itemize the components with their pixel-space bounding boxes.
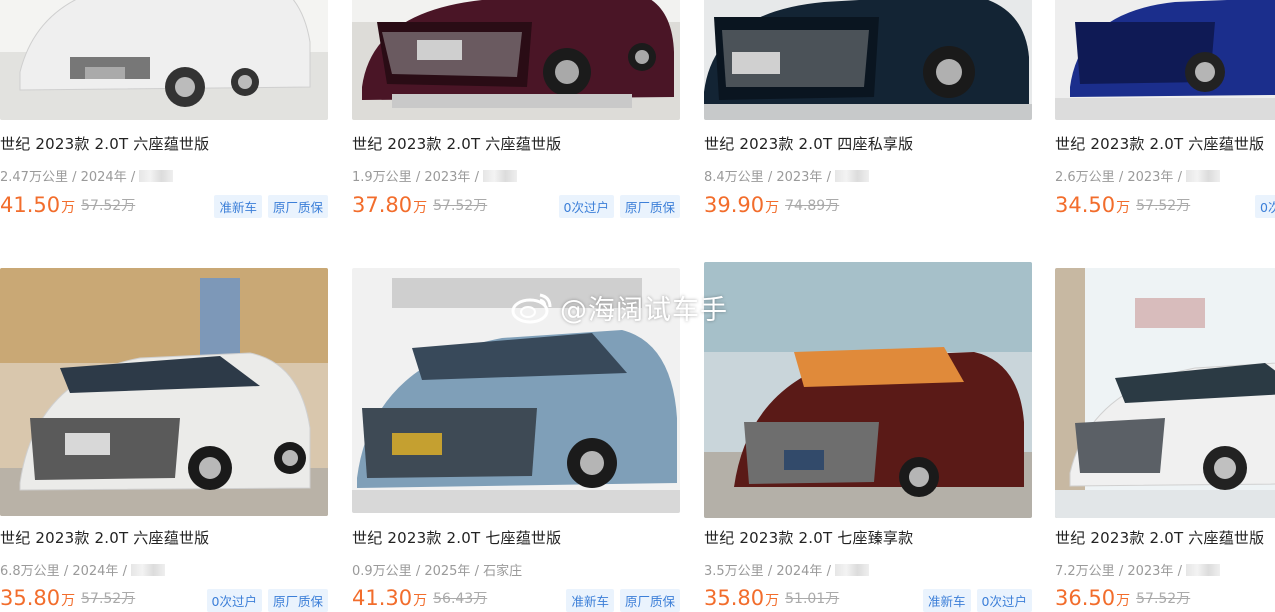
location: 石家庄 — [483, 564, 523, 579]
year: 2024年 — [776, 564, 823, 579]
tag-group: 准新车 原厂质保 — [566, 589, 680, 612]
listing-meta: 0.9万公里 / 2025年 / 石家庄 — [352, 564, 523, 579]
listing-meta: 7.2万公里 / 2023年 / — [1055, 560, 1220, 579]
price-value: 35.80 — [0, 586, 61, 610]
listing-title[interactable]: 世纪 2023款 2.0T 七座蕴世版 — [352, 527, 561, 548]
tag-group: 0次过户 原厂质保 — [206, 589, 328, 612]
year: 2024年 — [72, 564, 119, 579]
car-image — [704, 262, 1032, 518]
year: 2025年 — [424, 564, 471, 579]
car-photo[interactable] — [704, 262, 1032, 518]
price-value: 35.80 — [704, 586, 765, 610]
tag-badge: 0次过户 — [206, 589, 262, 612]
listing-card[interactable]: 世纪 2023款 2.0T 七座臻享款 3.5万公里 / 2024年 / 35.… — [704, 0, 1034, 612]
listing-card[interactable]: 世纪 2023款 2.0T 六座蕴世版 7.2万公里 / 2023年 / 36.… — [1055, 0, 1275, 610]
listing-meta: 3.5万公里 / 2024年 / — [704, 560, 869, 579]
tag-badge: 原厂质保 — [267, 589, 328, 612]
listing-title[interactable]: 世纪 2023款 2.0T 六座蕴世版 — [1055, 527, 1264, 548]
listing-meta: 6.8万公里 / 2024年 / — [0, 560, 165, 579]
car-photo[interactable] — [1055, 268, 1275, 518]
price: 41.30万 56.43万 — [352, 586, 487, 610]
tag-badge: 0次过户 — [976, 589, 1032, 612]
tag-badge: 原厂质保 — [619, 589, 680, 612]
original-price: 51.01万 — [785, 591, 840, 607]
year: 2023年 — [1127, 564, 1174, 579]
price-value: 41.30 — [352, 586, 413, 610]
listing-title[interactable]: 世纪 2023款 2.0T 六座蕴世版 — [0, 527, 209, 548]
tag-badge: 准新车 — [566, 589, 614, 612]
location-blurred — [130, 564, 165, 576]
mileage: 0.9万公里 — [352, 564, 412, 579]
price: 35.80万 51.01万 — [704, 586, 839, 610]
original-price: 57.52万 — [81, 591, 136, 607]
mileage: 3.5万公里 — [704, 564, 764, 579]
listing-title[interactable]: 世纪 2023款 2.0T 七座臻享款 — [704, 527, 913, 548]
price-unit: 万 — [61, 593, 76, 609]
car-image — [1055, 268, 1275, 518]
car-image — [0, 268, 328, 516]
location-blurred — [1185, 564, 1220, 576]
car-photo[interactable] — [0, 268, 328, 516]
original-price: 56.43万 — [433, 591, 488, 607]
tag-badge: 准新车 — [923, 589, 971, 612]
price: 36.50万 57.52万 — [1055, 586, 1190, 610]
tag-group: 准新车 0次过户 — [923, 589, 1032, 612]
mileage: 6.8万公里 — [0, 564, 60, 579]
weibo-logo-icon — [511, 293, 552, 323]
mileage: 7.2万公里 — [1055, 564, 1115, 579]
price-value: 36.50 — [1055, 586, 1116, 610]
listing-card[interactable]: 世纪 2023款 2.0T 六座蕴世版 6.8万公里 / 2024年 / 35.… — [0, 0, 330, 612]
original-price: 57.52万 — [1136, 591, 1191, 607]
watermark-text: @海阔试车手 — [560, 295, 728, 326]
price: 35.80万 57.52万 — [0, 586, 135, 610]
right-column-clip: 世纪 2023款 2.0T 六座蕴世版 2.6万公里 / 2023年 / 34.… — [1055, 0, 1275, 611]
price-unit: 万 — [1116, 593, 1131, 609]
weibo-watermark: @海阔试车手 — [510, 288, 728, 327]
price-unit: 万 — [765, 593, 780, 609]
listing-card[interactable]: 世纪 2023款 2.0T 七座蕴世版 0.9万公里 / 2025年 / 石家庄… — [352, 0, 682, 612]
location-blurred — [834, 564, 869, 576]
price-unit: 万 — [413, 593, 428, 609]
